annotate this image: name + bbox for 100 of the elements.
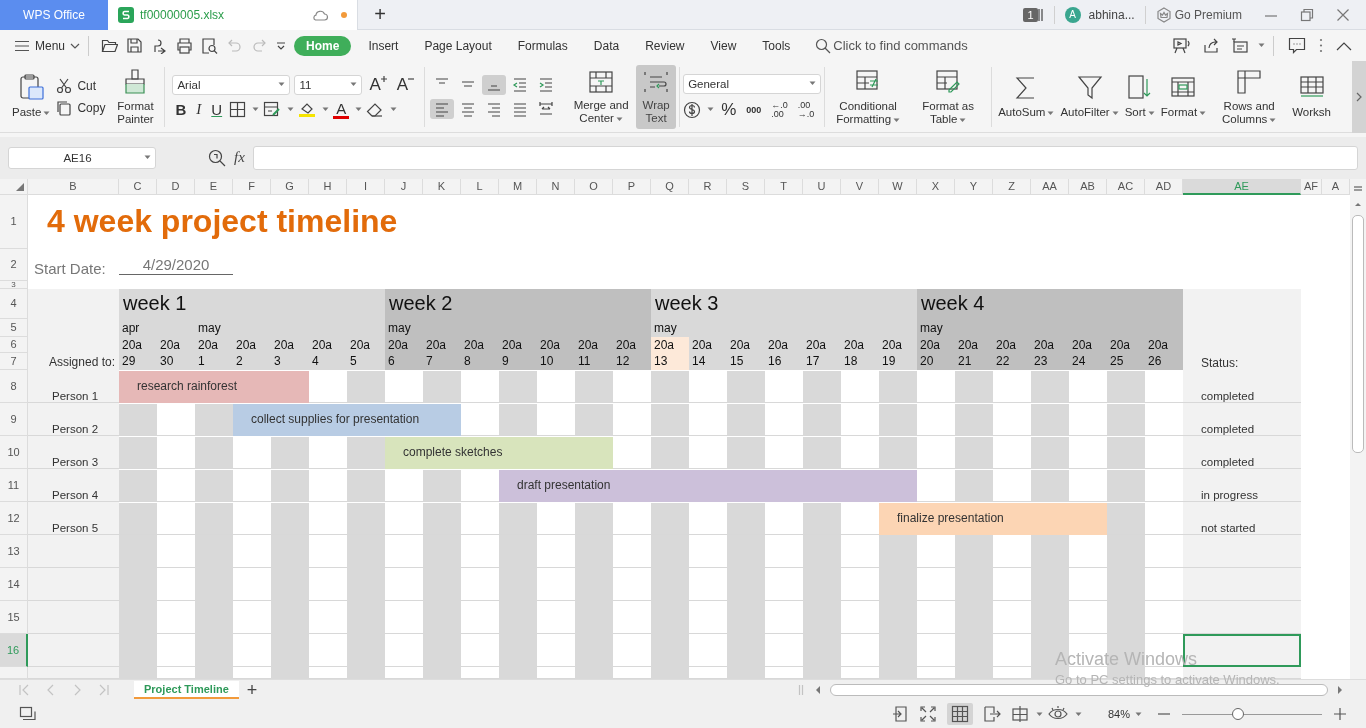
month-label: may xyxy=(387,319,412,337)
remove-decimal-button[interactable]: .00 →.0 xyxy=(794,100,818,119)
number-format-field[interactable]: General xyxy=(683,73,822,94)
row-header[interactable]: 14 xyxy=(0,567,28,601)
day-number: 12 xyxy=(615,353,631,370)
task-status: not started xyxy=(1200,520,1257,535)
day-number: 16 xyxy=(767,353,783,370)
sheet-tab[interactable]: Project Timeline xyxy=(134,681,239,700)
day-number: 22 xyxy=(995,353,1011,370)
search-field[interactable]: Click to find commands xyxy=(831,38,986,54)
day-prefix: 20a xyxy=(1071,336,1094,353)
worksheet-button[interactable]: Worksh xyxy=(1289,70,1334,124)
person-name: Person 4 xyxy=(51,487,100,502)
premium-button[interactable]: Go Premium xyxy=(1155,6,1242,23)
ribbon-tab[interactable]: Page Layout xyxy=(415,35,501,56)
day-prefix: 20a xyxy=(387,336,410,353)
day-prefix: 20a xyxy=(539,336,562,353)
day-number: 8 xyxy=(463,353,472,370)
zoom-level[interactable]: 84% xyxy=(1107,708,1142,721)
day-number: 4 xyxy=(311,353,320,370)
day-number: 9 xyxy=(501,353,510,370)
row-header[interactable]: 4 xyxy=(0,288,28,319)
day-prefix: 20a xyxy=(843,336,866,353)
underline-button[interactable]: U xyxy=(208,101,226,119)
function-button[interactable]: fx xyxy=(234,149,245,167)
wrap-text-button[interactable]: Wrap Text xyxy=(636,64,677,129)
task-label: collect supplies for presentation xyxy=(250,411,420,429)
person-name: Person 5 xyxy=(51,520,100,535)
copy-button[interactable]: Copy xyxy=(52,99,110,116)
ribbon-tab[interactable]: Formulas xyxy=(508,35,577,56)
day-prefix: 20a xyxy=(463,336,486,353)
day-number: 15 xyxy=(729,353,745,370)
day-number: 13 xyxy=(653,353,669,370)
day-prefix: 20a xyxy=(691,336,714,353)
paste-button[interactable]: Paste xyxy=(10,70,53,124)
start-date-value: 4/29/2020 xyxy=(119,255,233,275)
day-number: 26 xyxy=(1147,353,1163,370)
day-number: 25 xyxy=(1109,353,1125,370)
person-name: Person 1 xyxy=(51,388,100,403)
ribbon-tab[interactable]: View xyxy=(701,35,746,56)
user-name[interactable]: abhina... xyxy=(1088,7,1135,22)
task-status: in progress xyxy=(1200,487,1259,502)
start-date-label: Start Date: xyxy=(33,258,107,279)
ribbon-tab[interactable]: Insert xyxy=(359,35,408,56)
new-tab-button[interactable]: + xyxy=(366,3,394,26)
row-header[interactable]: 3 xyxy=(0,280,28,289)
row-header[interactable]: 15 xyxy=(0,600,28,634)
day-prefix: 20a xyxy=(767,336,790,353)
ribbon-tab[interactable]: Data xyxy=(584,35,629,56)
bold-button[interactable]: B xyxy=(172,101,190,119)
day-number: 20 xyxy=(919,353,935,370)
window-count-badge[interactable]: 1 xyxy=(1023,7,1038,22)
month-label: apr xyxy=(121,319,141,337)
task-label: complete sketches xyxy=(402,444,503,462)
format-table-button[interactable]: Format as Table xyxy=(908,63,989,130)
format-painter-button[interactable]: Format Painter xyxy=(109,63,162,130)
day-prefix: 20a xyxy=(881,336,904,353)
row-header[interactable]: 1 xyxy=(0,194,28,249)
font-color-button[interactable]: A xyxy=(333,100,350,119)
day-number: 18 xyxy=(843,353,859,370)
autofilter-button[interactable]: AutoFilter xyxy=(1057,70,1122,124)
menu-button[interactable]: Menu xyxy=(14,38,81,53)
grow-font-button[interactable]: A xyxy=(366,74,390,95)
merge-center-button[interactable]: Merge and Center xyxy=(566,64,637,129)
conditional-formatting-button[interactable]: Conditional Formatting xyxy=(828,63,909,130)
rows-columns-button[interactable]: Rows and Columns xyxy=(1209,63,1290,130)
file-tab[interactable]: tf00000005.xlsx xyxy=(108,0,358,30)
autosum-button[interactable]: AutoSum xyxy=(995,70,1058,124)
font-name-field[interactable]: Arial xyxy=(172,74,291,95)
day-prefix: 20a xyxy=(1033,336,1056,353)
shrink-font-button[interactable]: A xyxy=(393,74,418,95)
day-prefix: 20a xyxy=(1109,336,1132,353)
percent-button[interactable]: % xyxy=(718,99,740,120)
add-decimal-button[interactable]: ←.0 .00 xyxy=(768,100,791,119)
name-box[interactable]: AE16 xyxy=(8,146,156,169)
task-status: completed xyxy=(1200,388,1256,403)
thousands-button[interactable]: 000 xyxy=(743,104,765,115)
row-header[interactable]: 12 xyxy=(0,501,28,535)
day-number: 7 xyxy=(425,353,434,370)
day-number: 23 xyxy=(1033,353,1049,370)
row-header[interactable]: 11 xyxy=(0,468,28,502)
cut-button[interactable]: Cut xyxy=(52,77,110,94)
row-header[interactable]: 13 xyxy=(0,534,28,568)
day-prefix: 20a xyxy=(919,336,942,353)
font-size-field[interactable]: 11 xyxy=(294,74,363,95)
ribbon-tab[interactable]: Tools xyxy=(753,35,800,56)
row-header[interactable]: 8 xyxy=(0,369,28,403)
day-number: 11 xyxy=(577,353,592,370)
row-header[interactable]: 9 xyxy=(0,402,28,436)
row-header[interactable]: 2 xyxy=(0,248,28,281)
format-button[interactable]: Format xyxy=(1157,70,1210,124)
add-sheet-button[interactable]: + xyxy=(246,679,258,701)
day-prefix: 20a xyxy=(729,336,752,353)
sort-button[interactable]: Sort xyxy=(1121,70,1158,124)
day-prefix: 20a xyxy=(501,336,524,353)
row-header[interactable]: 10 xyxy=(0,435,28,469)
person-name: Person 3 xyxy=(51,454,100,469)
italic-button[interactable]: I xyxy=(193,101,205,119)
person-name: Person 2 xyxy=(51,421,100,436)
ribbon-tab[interactable]: Review xyxy=(636,35,694,56)
